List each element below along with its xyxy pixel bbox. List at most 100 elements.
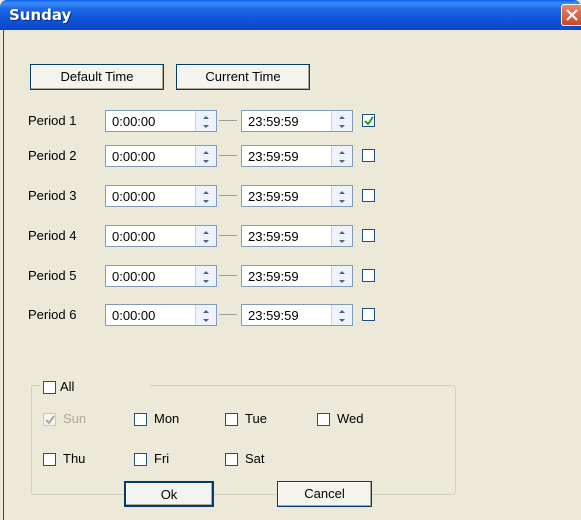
- day-label: Wed: [337, 411, 364, 426]
- start-time-value: 0:00:00: [112, 269, 156, 284]
- day-checkbox[interactable]: [43, 453, 56, 466]
- spin-down-icon[interactable]: [332, 236, 352, 246]
- spin-buttons[interactable]: [195, 111, 216, 131]
- day-label: Sat: [245, 451, 265, 466]
- spin-buttons[interactable]: [195, 305, 216, 325]
- day-label: Fri: [154, 451, 170, 466]
- range-separator: [219, 155, 237, 156]
- period-start-time[interactable]: 0:00:00: [105, 110, 217, 132]
- period-enable-checkbox[interactable]: [362, 189, 375, 202]
- spin-down-icon[interactable]: [196, 156, 216, 166]
- period-end-time[interactable]: 23:59:59: [241, 110, 353, 132]
- range-separator: [219, 235, 237, 236]
- end-time-value: 23:59:59: [248, 269, 299, 284]
- end-time-value: 23:59:59: [248, 149, 299, 164]
- day-checkbox[interactable]: [225, 413, 238, 426]
- spin-up-icon[interactable]: [196, 186, 216, 196]
- spin-down-icon[interactable]: [196, 315, 216, 325]
- spin-down-icon[interactable]: [196, 121, 216, 131]
- period-enable-checkbox[interactable]: [362, 149, 375, 162]
- day-checkbox[interactable]: [317, 413, 330, 426]
- day-label: Mon: [154, 411, 180, 426]
- period-start-time[interactable]: 0:00:00: [105, 304, 217, 326]
- checkmark-icon: [364, 116, 374, 126]
- window-title: Sunday: [9, 6, 72, 24]
- spin-up-icon[interactable]: [332, 266, 352, 276]
- period-enable-checkbox[interactable]: [362, 114, 375, 127]
- period-label: Period 1: [28, 113, 77, 128]
- end-time-value: 23:59:59: [248, 114, 299, 129]
- period-start-time[interactable]: 0:00:00: [105, 185, 217, 207]
- spin-buttons[interactable]: [331, 111, 352, 131]
- range-separator: [219, 275, 237, 276]
- spin-up-icon[interactable]: [196, 266, 216, 276]
- spin-buttons[interactable]: [331, 266, 352, 286]
- checkmark-icon: [45, 415, 55, 425]
- period-enable-checkbox[interactable]: [362, 269, 375, 282]
- range-separator: [219, 314, 237, 315]
- title-bar: Sunday: [0, 0, 581, 30]
- day-label: Sun: [63, 411, 87, 426]
- period-end-time[interactable]: 23:59:59: [241, 185, 353, 207]
- spin-down-icon[interactable]: [332, 156, 352, 166]
- current-time-button[interactable]: Current Time: [176, 64, 310, 90]
- end-time-value: 23:59:59: [248, 308, 299, 323]
- spin-up-icon[interactable]: [196, 226, 216, 236]
- spin-down-icon[interactable]: [332, 276, 352, 286]
- spin-down-icon[interactable]: [196, 236, 216, 246]
- spin-up-icon[interactable]: [332, 305, 352, 315]
- spin-down-icon[interactable]: [332, 315, 352, 325]
- spin-down-icon[interactable]: [332, 121, 352, 131]
- end-time-value: 23:59:59: [248, 229, 299, 244]
- period-end-time[interactable]: 23:59:59: [241, 145, 353, 167]
- copy-days-group: [31, 385, 456, 495]
- spin-buttons[interactable]: [195, 186, 216, 206]
- spin-buttons[interactable]: [195, 266, 216, 286]
- day-checkbox[interactable]: [134, 453, 147, 466]
- day-checkbox[interactable]: [134, 413, 147, 426]
- period-label: Period 3: [28, 188, 77, 203]
- period-start-time[interactable]: 0:00:00: [105, 265, 217, 287]
- close-icon: [566, 9, 578, 21]
- spin-buttons[interactable]: [331, 305, 352, 325]
- spin-up-icon[interactable]: [332, 111, 352, 121]
- default-time-button[interactable]: Default Time: [30, 64, 164, 90]
- day-checkbox[interactable]: [225, 453, 238, 466]
- period-start-time[interactable]: 0:00:00: [105, 145, 217, 167]
- period-end-time[interactable]: 23:59:59: [241, 225, 353, 247]
- period-end-time[interactable]: 23:59:59: [241, 265, 353, 287]
- dialog-body: Default Time Current Time Period 1 0:00:0…: [3, 30, 581, 520]
- period-start-time[interactable]: 0:00:00: [105, 225, 217, 247]
- spin-up-icon[interactable]: [332, 226, 352, 236]
- spin-buttons[interactable]: [331, 146, 352, 166]
- range-separator: [219, 120, 237, 121]
- period-label: Period 2: [28, 148, 77, 163]
- period-label: Period 4: [28, 228, 77, 243]
- spin-up-icon[interactable]: [196, 111, 216, 121]
- spin-buttons[interactable]: [331, 186, 352, 206]
- all-label: All: [60, 379, 75, 394]
- spin-buttons[interactable]: [331, 226, 352, 246]
- period-end-time[interactable]: 23:59:59: [241, 304, 353, 326]
- spin-buttons[interactable]: [195, 226, 216, 246]
- period-enable-checkbox[interactable]: [362, 229, 375, 242]
- start-time-value: 0:00:00: [112, 229, 156, 244]
- spin-down-icon[interactable]: [196, 196, 216, 206]
- period-enable-checkbox[interactable]: [362, 308, 375, 321]
- close-button[interactable]: [561, 4, 581, 26]
- start-time-value: 0:00:00: [112, 189, 156, 204]
- cancel-button[interactable]: Cancel: [277, 481, 372, 507]
- period-label: Period 5: [28, 268, 77, 283]
- spin-up-icon[interactable]: [196, 146, 216, 156]
- all-checkbox[interactable]: [43, 381, 56, 394]
- spin-down-icon[interactable]: [196, 276, 216, 286]
- ok-button[interactable]: Ok: [124, 481, 214, 507]
- spin-up-icon[interactable]: [332, 186, 352, 196]
- spin-up-icon[interactable]: [196, 305, 216, 315]
- start-time-value: 0:00:00: [112, 114, 156, 129]
- spin-buttons[interactable]: [195, 146, 216, 166]
- day-label: Thu: [63, 451, 86, 466]
- day-label: Tue: [245, 411, 267, 426]
- spin-up-icon[interactable]: [332, 146, 352, 156]
- spin-down-icon[interactable]: [332, 196, 352, 206]
